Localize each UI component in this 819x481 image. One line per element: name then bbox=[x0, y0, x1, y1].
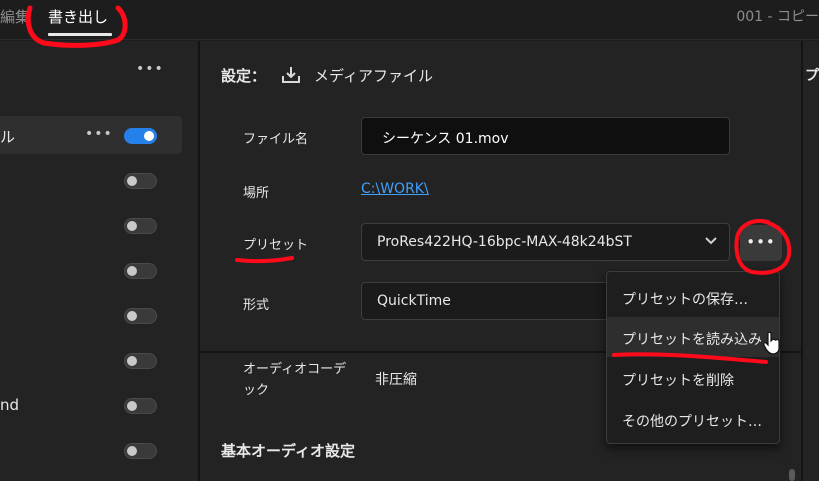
toggle-knob bbox=[127, 176, 137, 186]
destination-toggle[interactable] bbox=[124, 128, 157, 144]
destination-label: nd bbox=[0, 396, 20, 414]
menu-item-label: プリセットを読み込み… bbox=[622, 332, 776, 348]
chevron-down-icon bbox=[705, 237, 717, 245]
preset-select[interactable]: ProRes422HQ-16bpc-MAX-48k24bST bbox=[361, 223, 730, 261]
menu-item-label: プリセットの保存… bbox=[622, 292, 748, 308]
destination-row[interactable]: nd bbox=[0, 386, 182, 424]
location-label: 場所 bbox=[243, 186, 270, 201]
filename-value: シーケンス 01.mov bbox=[382, 131, 509, 147]
download-icon bbox=[282, 67, 300, 83]
menu-item-delete-preset[interactable]: プリセットを削除 bbox=[607, 358, 779, 398]
top-bar: 編集 書き出し 001 - コピー bbox=[0, 0, 819, 40]
toggle-knob bbox=[144, 131, 154, 141]
audio-codec-value[interactable]: 非圧縮 bbox=[375, 369, 417, 389]
destination-toggle[interactable] bbox=[124, 398, 157, 414]
destination-toggle[interactable] bbox=[124, 263, 157, 279]
filename-label: ファイル名 bbox=[243, 132, 309, 147]
destination-row[interactable] bbox=[0, 431, 182, 469]
location-link[interactable]: C:\WORK\ bbox=[361, 181, 429, 197]
toggle-knob bbox=[127, 311, 137, 321]
destination-row[interactable] bbox=[0, 206, 182, 244]
destination-row-media-file[interactable]: ル ••• bbox=[0, 116, 182, 154]
panel-more-icon[interactable]: ••• bbox=[136, 61, 164, 77]
tab-export[interactable]: 書き出し bbox=[48, 6, 108, 27]
menu-item-more-presets[interactable]: その他のプリセット… bbox=[607, 399, 779, 439]
menu-item-save-preset[interactable]: プリセットの保存… bbox=[607, 277, 779, 317]
preview-panel-edge: プ bbox=[803, 41, 819, 481]
destination-toggle[interactable] bbox=[124, 443, 157, 459]
hand-cursor-icon bbox=[763, 331, 780, 355]
audio-codec-label: オーディオコーデック bbox=[243, 362, 347, 398]
preset-label: プリセット bbox=[243, 238, 309, 253]
scrollbar-thumb[interactable] bbox=[789, 469, 795, 481]
destination-row[interactable] bbox=[0, 296, 182, 334]
document-title: 001 - コピー bbox=[736, 9, 819, 25]
destination-toggle[interactable] bbox=[124, 308, 157, 324]
format-label: 形式 bbox=[243, 298, 270, 313]
toggle-knob bbox=[127, 401, 137, 411]
destination-row[interactable] bbox=[0, 161, 182, 199]
preset-menu: プリセットの保存… プリセットを読み込み… プリセットを削除 その他のプリセット… bbox=[606, 271, 780, 444]
toggle-knob bbox=[127, 356, 137, 366]
export-destinations-panel: ••• ル ••• nd bbox=[0, 41, 198, 481]
preset-value: ProRes422HQ-16bpc-MAX-48k24bST bbox=[377, 234, 632, 250]
destination-toggle[interactable] bbox=[124, 353, 157, 369]
destination-more-icon[interactable]: ••• bbox=[85, 126, 113, 142]
menu-item-import-preset[interactable]: プリセットを読み込み… bbox=[607, 317, 779, 357]
menu-item-label: プリセットを削除 bbox=[622, 373, 734, 389]
destination-label: ル bbox=[0, 128, 16, 146]
destination-toggle[interactable] bbox=[124, 218, 157, 234]
destination-row[interactable] bbox=[0, 341, 182, 379]
preset-more-button[interactable]: ••• bbox=[740, 225, 782, 261]
menu-item-label: その他のプリセット… bbox=[622, 414, 762, 430]
basic-audio-heading: 基本オーディオ設定 bbox=[221, 442, 355, 460]
preview-panel-label: プ bbox=[805, 68, 819, 84]
active-tab-indicator bbox=[48, 33, 112, 36]
format-value: QuickTime bbox=[377, 293, 451, 309]
settings-heading: 設定： bbox=[221, 67, 267, 85]
media-file-label: メディアファイル bbox=[314, 67, 433, 85]
tab-edit[interactable]: 編集 bbox=[0, 6, 30, 27]
filename-input[interactable]: シーケンス 01.mov bbox=[361, 117, 730, 155]
toggle-knob bbox=[127, 221, 137, 231]
toggle-knob bbox=[127, 266, 137, 276]
toggle-knob bbox=[127, 446, 137, 456]
destination-row[interactable] bbox=[0, 251, 182, 289]
destination-toggle[interactable] bbox=[124, 173, 157, 189]
